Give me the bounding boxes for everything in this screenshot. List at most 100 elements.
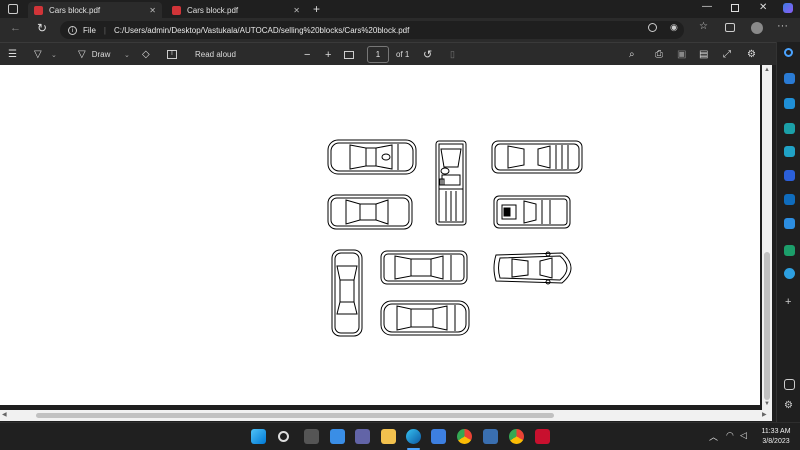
zoom-in-button[interactable]: +	[325, 43, 331, 66]
edge-icon[interactable]	[406, 429, 421, 444]
address-field[interactable]: i File | C:/Users/admin/Desktop/Vastukal…	[60, 21, 684, 39]
close-icon[interactable]: ✕	[293, 6, 300, 15]
pdf-page	[0, 65, 760, 405]
page-number-input[interactable]: 1	[367, 46, 389, 63]
window-close-button[interactable]: ✕	[759, 2, 767, 13]
car-block	[380, 300, 470, 336]
edge-sidebar: + ⚙	[776, 42, 800, 423]
vertical-scroll-thumb[interactable]	[764, 252, 770, 400]
page-total: of 1	[396, 43, 409, 66]
draw-button[interactable]: ▽ Draw	[78, 43, 110, 66]
minimize-button[interactable]: —	[702, 1, 712, 12]
car-block	[327, 139, 417, 175]
page-total-label: of 1	[396, 50, 410, 59]
print-icon[interactable]: ⎙	[655, 43, 663, 66]
chevron-up-icon[interactable]: ︿	[709, 430, 718, 443]
vertical-scrollbar[interactable]: ▲ ▼	[762, 65, 772, 410]
start-icon[interactable]	[251, 429, 266, 444]
zoom-out-button[interactable]: −	[304, 43, 310, 66]
new-tab-button[interactable]: +	[313, 2, 320, 16]
sidebar-toggle-icon[interactable]	[784, 379, 795, 390]
car-block	[493, 251, 572, 285]
file-explorer-icon[interactable]	[381, 429, 396, 444]
car-blocks-drawing	[327, 139, 583, 337]
telegram-icon[interactable]	[784, 268, 795, 279]
tab-cars-block-1[interactable]: Cars block.pdf ✕	[28, 2, 162, 18]
save-icon[interactable]: ▣	[677, 43, 686, 66]
horizontal-scrollbar[interactable]: ◀ ▶	[0, 410, 772, 421]
settings-icon[interactable]: ⚙	[784, 400, 793, 411]
outlook-icon[interactable]	[784, 194, 795, 205]
rotate-icon[interactable]: ↺	[423, 43, 432, 66]
tab-actions-icon[interactable]	[8, 4, 18, 14]
clock-time: 11:33 AM	[761, 428, 791, 435]
tab-cars-block-2[interactable]: Cars block.pdf ✕	[166, 2, 306, 18]
task-view-icon[interactable]	[304, 429, 319, 444]
zoom-icon[interactable]	[648, 23, 657, 32]
tools-icon[interactable]	[784, 123, 795, 134]
scroll-down-arrow[interactable]: ▼	[764, 401, 770, 407]
address-divider: |	[103, 25, 106, 35]
office-icon[interactable]	[784, 170, 795, 181]
edge-copilot-icon[interactable]	[783, 3, 793, 13]
avatar[interactable]	[751, 22, 763, 34]
erase-icon[interactable]: ◇	[142, 43, 150, 66]
chevron-down-icon[interactable]: ⌄	[51, 43, 57, 66]
car-block	[491, 140, 583, 174]
read-mode-icon[interactable]: ◉	[670, 22, 678, 33]
car-block	[493, 195, 571, 229]
zoom-in-label: +	[325, 48, 332, 61]
search-icon[interactable]	[278, 431, 289, 442]
more-menu-icon[interactable]: ···	[777, 20, 788, 32]
widgets-icon[interactable]	[330, 429, 345, 444]
calculator-icon[interactable]	[483, 429, 498, 444]
settings-icon[interactable]: ⚙	[747, 43, 756, 66]
info-icon: i	[68, 25, 77, 35]
games-icon[interactable]	[784, 146, 795, 157]
tab-label: Cars block.pdf	[49, 5, 101, 15]
shopping-icon[interactable]	[784, 98, 795, 109]
wifi-icon[interactable]: ◠	[726, 430, 734, 441]
chrome-icon[interactable]	[457, 429, 472, 444]
drop-icon[interactable]	[784, 218, 795, 229]
highlight-icon[interactable]: ▽	[34, 43, 42, 66]
restore-button[interactable]	[731, 4, 739, 12]
store-icon[interactable]	[431, 429, 446, 444]
tab-label: Cars block.pdf	[187, 5, 239, 15]
scroll-left-arrow[interactable]: ◀	[2, 411, 7, 418]
autocad-icon[interactable]	[535, 429, 550, 444]
clock-date: 3/8/2023	[762, 438, 790, 445]
pdf-icon	[172, 5, 181, 15]
text-icon[interactable]: T	[167, 43, 177, 66]
close-icon[interactable]: ✕	[149, 6, 156, 15]
collections-icon[interactable]	[725, 23, 735, 32]
add-icon[interactable]: +	[785, 296, 791, 308]
zoom-out-label: −	[304, 48, 311, 61]
favorites-icon[interactable]: ☆	[699, 21, 708, 32]
clock[interactable]: 11:33 AM 3/8/2023	[758, 427, 794, 447]
refresh-icon[interactable]: ↻	[37, 21, 47, 35]
save-as-icon[interactable]: ▤	[699, 43, 708, 66]
scroll-up-arrow[interactable]: ▲	[764, 67, 770, 73]
scroll-right-arrow[interactable]: ▶	[762, 411, 767, 418]
chevron-down-icon[interactable]: ⌄	[124, 43, 130, 66]
car-block	[331, 249, 363, 337]
horizontal-scroll-thumb[interactable]	[36, 413, 554, 418]
volume-icon[interactable]: ◁	[740, 430, 747, 441]
taskbar: ︿ ◠ ◁ 11:33 AM 3/8/2023	[0, 422, 800, 450]
tab-strip: Cars block.pdf ✕ Cars block.pdf ✕ + — ✕	[0, 0, 800, 18]
search-icon[interactable]	[784, 48, 793, 57]
teams-chat-icon[interactable]	[355, 429, 370, 444]
search-icon[interactable]: ⌕	[629, 43, 635, 66]
fullscreen-icon[interactable]: ⤢	[723, 43, 731, 66]
read-aloud-button[interactable]: Read aloud	[195, 43, 236, 66]
bing-icon[interactable]	[784, 73, 795, 84]
contents-icon[interactable]: ☰	[8, 43, 17, 66]
page-view-icon[interactable]: ▯	[450, 43, 455, 66]
designer-icon[interactable]	[784, 245, 795, 256]
back-icon[interactable]: ←	[10, 22, 21, 34]
pdf-icon	[34, 5, 43, 15]
chrome-profile-icon[interactable]	[509, 429, 524, 444]
fit-page-icon[interactable]	[344, 43, 354, 66]
address-toolbar: ← ↻ i File | C:/Users/admin/Desktop/Vast…	[0, 18, 800, 42]
